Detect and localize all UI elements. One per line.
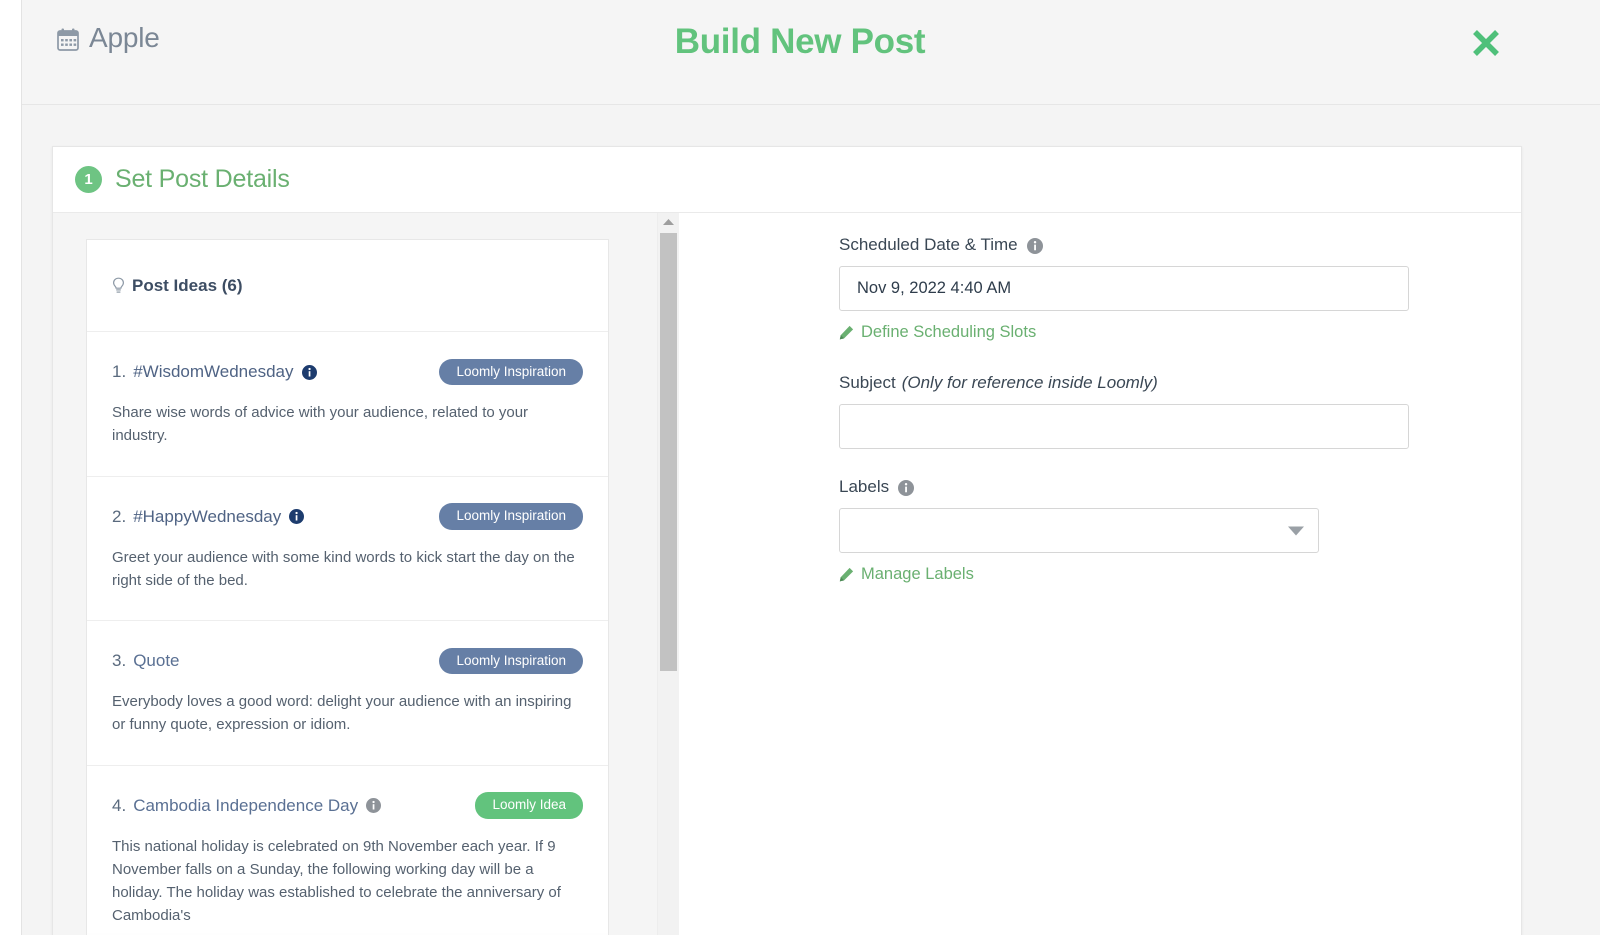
info-icon[interactable] — [1026, 237, 1043, 254]
subject-label-note: (Only for reference inside Loomly) — [901, 373, 1158, 392]
define-scheduling-slots-label: Define Scheduling Slots — [861, 323, 1037, 341]
post-ideas-panel: Post Ideas (6) 1. #WisdomWednesday Looml… — [86, 239, 609, 935]
labels-select[interactable] — [839, 508, 1319, 553]
page-root: Apple Build New Post 1 Set Post Details — [0, 0, 1600, 935]
post-idea-item[interactable]: 2. #HappyWednesday Loomly Inspiration Gr… — [87, 477, 608, 621]
post-idea-title-row: 2. #HappyWednesday Loomly Inspiration — [112, 503, 583, 531]
subject-field-group: Subject (Only for reference inside Looml… — [839, 373, 1521, 449]
page-title: Build New Post — [674, 22, 926, 61]
define-scheduling-slots-link[interactable]: Define Scheduling Slots — [839, 323, 1036, 342]
labels-field-group: Labels — [839, 477, 1521, 553]
post-ideas-column: Post Ideas (6) 1. #WisdomWednesday Looml… — [53, 213, 657, 935]
ideas-scrollbar[interactable] — [657, 213, 679, 935]
post-idea-number: 4. — [112, 795, 127, 815]
card-body: Post Ideas (6) 1. #WisdomWednesday Looml… — [53, 213, 1521, 935]
post-ideas-header: Post Ideas (6) — [87, 240, 608, 332]
close-button[interactable] — [1467, 24, 1505, 62]
triangle-up-icon — [663, 219, 674, 225]
post-idea-description: Greet your audience with some kind words… — [112, 548, 575, 589]
pencil-icon — [839, 567, 854, 582]
post-idea-name[interactable]: #HappyWednesday — [133, 507, 281, 527]
post-idea-number: 1. — [112, 362, 127, 381]
section-title: Set Post Details — [115, 165, 290, 193]
scheduled-date-field-group: Scheduled Date & Time — [839, 235, 1521, 311]
post-idea-title-row: 4. Cambodia Independence Day Loomly Idea — [112, 792, 583, 820]
post-idea-description: Everybody loves a good word: delight you… — [112, 693, 572, 734]
labels-select-wrap — [839, 508, 1319, 553]
lightbulb-icon — [112, 277, 125, 294]
close-icon — [1473, 30, 1499, 56]
step-number-badge: 1 — [75, 166, 102, 193]
post-idea-badge[interactable]: Loomly Inspiration — [439, 358, 583, 386]
info-icon[interactable] — [301, 364, 317, 380]
subject-label-row: Subject (Only for reference inside Looml… — [839, 373, 1521, 393]
post-details-form: Scheduled Date & Time Nov 9, 2022 4:40 A… — [679, 213, 1521, 935]
info-icon[interactable] — [898, 479, 915, 496]
main-card: 1 Set Post Details Post Ideas (6) 1. #Wi… — [52, 146, 1522, 935]
post-ideas-header-label: Post Ideas (6) — [132, 275, 243, 295]
info-icon[interactable] — [289, 509, 305, 524]
post-idea-title-row: 3. Quote Loomly Inspiration — [112, 647, 583, 675]
labels-label: Labels — [839, 477, 890, 496]
scheduled-date-label: Scheduled Date & Time — [839, 235, 1018, 254]
manage-labels-label: Manage Labels — [861, 565, 974, 583]
post-idea-number: 3. — [112, 651, 127, 670]
post-idea-title-row: 1. #WisdomWednesday Loomly Inspiration — [112, 358, 583, 386]
labels-label-row: Labels — [839, 477, 1521, 497]
scrollbar-thumb[interactable] — [660, 233, 677, 671]
top-bar: Apple Build New Post — [0, 0, 1600, 105]
post-idea-badge[interactable]: Loomly Inspiration — [439, 503, 583, 530]
scroll-up-button[interactable] — [658, 213, 679, 231]
post-idea-badge[interactable]: Loomly Inspiration — [439, 647, 583, 675]
post-idea-description: This national holiday is celebrated on 9… — [112, 837, 561, 925]
post-idea-name[interactable]: Cambodia Independence Day — [133, 796, 358, 816]
scheduled-date-label-row: Scheduled Date & Time — [839, 235, 1521, 255]
subject-input[interactable] — [839, 404, 1409, 449]
post-idea-item[interactable]: 3. Quote Loomly Inspiration Everybody lo… — [87, 621, 608, 766]
post-idea-description: Share wise words of advice with your aud… — [112, 404, 529, 445]
post-idea-name[interactable]: #WisdomWednesday — [133, 362, 293, 382]
left-edge-strip — [0, 0, 22, 935]
post-idea-item[interactable]: 1. #WisdomWednesday Loomly Inspiration S… — [87, 332, 608, 477]
scheduled-date-input[interactable] — [839, 266, 1409, 311]
info-icon[interactable] — [366, 798, 382, 813]
pencil-icon — [839, 325, 854, 340]
post-idea-number: 2. — [112, 506, 127, 526]
section-header: 1 Set Post Details — [53, 147, 1521, 213]
post-idea-badge[interactable]: Loomly Idea — [475, 792, 583, 819]
post-idea-name[interactable]: Quote — [133, 651, 179, 671]
manage-labels-link[interactable]: Manage Labels — [839, 565, 974, 584]
subject-label: Subject — [839, 373, 896, 392]
post-idea-item[interactable]: 4. Cambodia Independence Day Loomly Idea — [87, 766, 608, 935]
